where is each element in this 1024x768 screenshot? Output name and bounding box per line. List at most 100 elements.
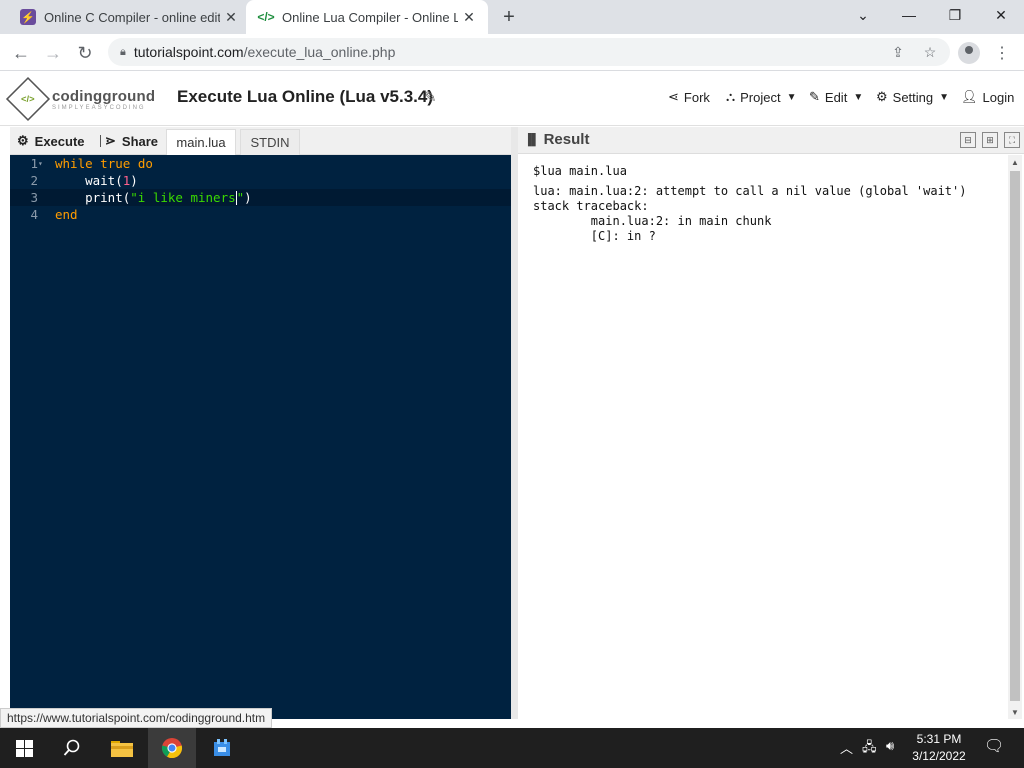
- new-tab-button[interactable]: +: [498, 6, 520, 28]
- result-output: $lua main.lua lua: main.lua:2: attempt t…: [518, 155, 1008, 719]
- share-button[interactable]: ⋗ Share: [105, 127, 158, 155]
- line-number: 2: [30, 173, 38, 188]
- close-tab-icon[interactable]: ✕: [220, 6, 242, 28]
- file-explorer-icon[interactable]: [98, 728, 146, 768]
- logo-tagline: SIMPLYEASYCODING: [52, 104, 146, 111]
- line-number: 4: [30, 207, 38, 222]
- browser-tab-c-compiler[interactable]: ⚡ Online C Compiler - online editor ✕: [8, 0, 246, 34]
- tab-stdin[interactable]: STDIN: [240, 129, 300, 155]
- notification-icon[interactable]: 🗨︎: [984, 736, 1004, 756]
- pane-resize-handle[interactable]: [511, 127, 518, 719]
- chrome-icon[interactable]: [148, 728, 196, 768]
- forward-icon[interactable]: →: [40, 40, 66, 66]
- close-window-button[interactable]: ✕: [978, 0, 1024, 30]
- reload-icon[interactable]: ↻: [72, 40, 98, 66]
- fork-menu[interactable]: ⋖ Fork: [668, 89, 710, 105]
- paren: ): [130, 173, 138, 188]
- share-icon: ⋗: [105, 133, 116, 148]
- url-path: /execute_lua_online.php: [243, 44, 396, 60]
- code-line-1[interactable]: 1 ▾ while true do: [10, 155, 511, 172]
- result-header: ▐▌ Result ⊟ ⊞ ⛶: [518, 127, 1024, 154]
- scroll-up-icon[interactable]: ▲: [1008, 155, 1022, 169]
- clock-time: 5:31 PM: [916, 732, 962, 746]
- login-link[interactable]: 👤︎ Login: [961, 89, 1014, 105]
- function-call: wait(: [85, 173, 123, 188]
- address-bar[interactable]: 🔒︎ tutorialspoint.com/execute_lua_online…: [108, 38, 950, 66]
- output-line: lua: main.lua:2: attempt to call a nil v…: [533, 184, 967, 198]
- code-line-2[interactable]: 2 wait(1): [10, 172, 511, 189]
- share-label: Share: [121, 133, 159, 149]
- code-line-4[interactable]: 4 end: [10, 206, 511, 223]
- fullscreen-icon[interactable]: ⛶: [1004, 132, 1020, 148]
- fork-icon: ⋖: [668, 89, 679, 104]
- expand-icon[interactable]: ⊞: [982, 132, 998, 148]
- bar-chart-icon: ▐▌: [524, 133, 540, 146]
- edit-menu[interactable]: ✎ Edit ▼: [809, 89, 863, 105]
- keyword: while: [55, 156, 93, 171]
- code-icon: </>: [257, 10, 275, 24]
- back-icon[interactable]: ←: [8, 40, 34, 66]
- caret-down-icon: ▼: [939, 91, 950, 103]
- gears-icon: ⚙: [17, 133, 29, 148]
- search-icon[interactable]: [48, 728, 96, 768]
- share-page-icon[interactable]: ⇪: [888, 42, 908, 62]
- setting-menu[interactable]: ⚙ Setting ▼: [876, 89, 949, 105]
- caret-down-icon: ▼: [786, 91, 797, 103]
- fork-label: Fork: [683, 89, 710, 105]
- code-line-3[interactable]: 3 print("i like miners"): [10, 189, 511, 206]
- result-scrollbar[interactable]: ▲ ▼: [1008, 155, 1022, 719]
- gear-icon: ⚙: [876, 89, 888, 104]
- setting-label: Setting: [892, 89, 934, 105]
- logo-mark: </>: [5, 76, 51, 122]
- scroll-thumb[interactable]: [1010, 171, 1020, 701]
- file-tab-label: main.lua: [176, 135, 226, 150]
- taskbar: ︿ 🖧︎ 🔊︎ 5:31 PM 3/12/2022 🗨︎: [0, 728, 1024, 768]
- compress-icon[interactable]: ⊟: [960, 132, 976, 148]
- tab-search-icon[interactable]: ⌄: [840, 0, 886, 30]
- editor-toolbar: ⚙ Execute ⋗ Share main.lua STDIN: [10, 127, 512, 155]
- site-header: </> codingground SIMPLYEASYCODING Execut…: [0, 72, 1024, 126]
- tab-title: Online C Compiler - online editor: [44, 9, 220, 25]
- paren: ): [244, 189, 252, 205]
- edit-icon: ✎: [809, 89, 820, 104]
- user-icon: 👤︎: [961, 89, 978, 104]
- close-tab-icon[interactable]: ✕: [458, 6, 480, 28]
- scroll-down-icon[interactable]: ▼: [1008, 705, 1022, 719]
- code-editor[interactable]: 1 ▾ while true do 2 wait(1) 3 print("i l…: [10, 155, 511, 719]
- keyword: do: [137, 156, 153, 171]
- caret-down-icon: ▼: [853, 91, 864, 103]
- status-url: https://www.tutorialspoint.com/codinggro…: [0, 708, 273, 728]
- windows-start-icon[interactable]: [0, 728, 48, 768]
- edit-label: Edit: [824, 89, 848, 105]
- output-line: [C]: in ?: [533, 229, 656, 243]
- function-call: print(: [85, 189, 131, 205]
- output-line: main.lua:2: in main chunk: [533, 214, 772, 228]
- restore-button[interactable]: ❐: [932, 0, 978, 30]
- chevron-up-icon[interactable]: ︿: [840, 738, 853, 757]
- output-line: stack traceback:: [533, 199, 649, 213]
- execute-button[interactable]: ⚙ Execute: [17, 127, 85, 155]
- network-icon[interactable]: 🖧︎: [862, 738, 877, 760]
- browser-toolbar: ← → ↻ 🔒︎ tutorialspoint.com/execute_lua_…: [0, 34, 1024, 71]
- edit-title-icon[interactable]: ✎: [424, 88, 437, 106]
- project-menu[interactable]: ⛬ Project ▼: [726, 89, 796, 105]
- browser-tab-lua-compiler[interactable]: </> Online Lua Compiler - Online Lua ✕: [246, 0, 488, 34]
- app-icon[interactable]: [198, 728, 246, 768]
- codingground-logo[interactable]: </> codingground SIMPLYEASYCODING: [5, 76, 160, 122]
- bolt-icon: ⚡: [20, 9, 36, 25]
- minimize-button[interactable]: —: [886, 0, 932, 30]
- result-title: Result: [543, 131, 590, 148]
- more-menu-icon[interactable]: ⋮: [992, 42, 1012, 64]
- volume-icon[interactable]: 🔊︎: [886, 738, 894, 754]
- system-clock[interactable]: 5:31 PM 3/12/2022: [908, 731, 970, 765]
- fold-arrow-icon[interactable]: ▾: [38, 159, 46, 168]
- url-host: tutorialspoint.com: [133, 44, 244, 60]
- tab-main-lua[interactable]: main.lua: [166, 129, 236, 155]
- lock-icon: 🔒︎: [120, 45, 126, 58]
- string-literal: "i like miners: [130, 189, 236, 205]
- execute-label: Execute: [34, 133, 85, 149]
- clock-date: 3/12/2022: [912, 749, 966, 763]
- bookmark-star-icon[interactable]: ☆: [920, 42, 940, 62]
- profile-avatar[interactable]: [958, 42, 980, 64]
- project-label: Project: [740, 89, 781, 105]
